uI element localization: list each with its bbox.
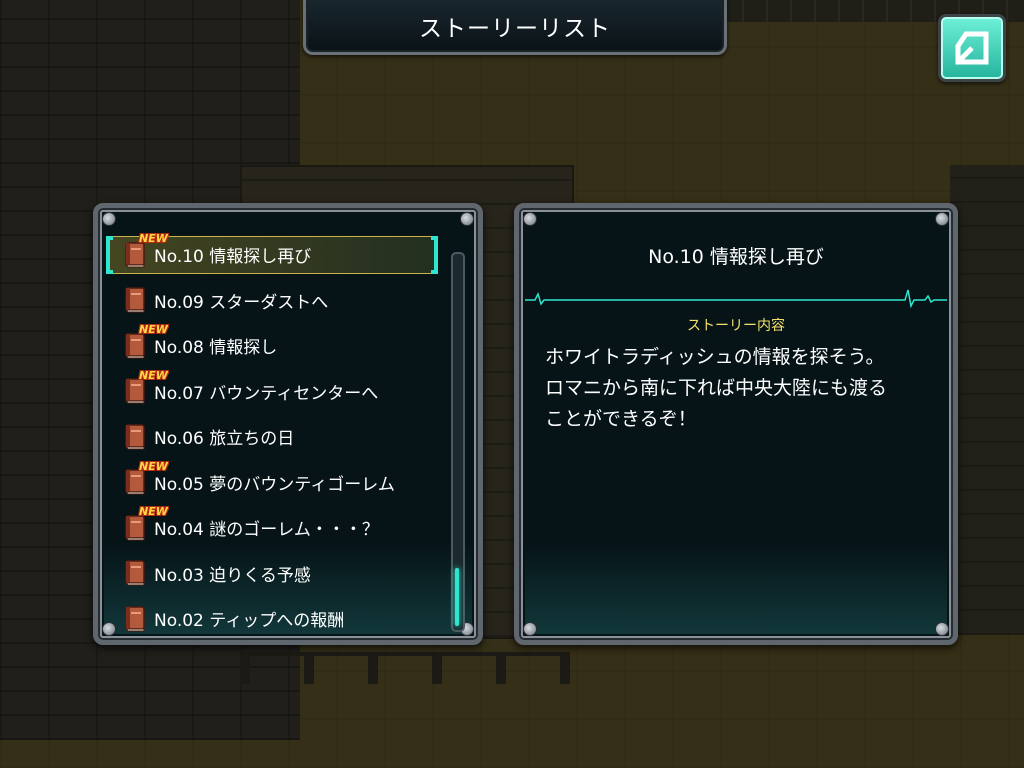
story-detail-panel: No.10 情報探し再び ストーリー内容 ホワイトラディッシュの情報を探そう。 …: [514, 203, 958, 645]
story-title: No.09 スターダストへ: [154, 292, 329, 313]
book-icon: [123, 242, 147, 268]
story-list-item[interactable]: NEW No.10 情報探し再び: [106, 232, 438, 278]
story-title: No.06 旅立ちの日: [154, 429, 295, 450]
selection-bracket-left: [106, 236, 113, 274]
rivet: [935, 212, 949, 226]
story-title: No.10 情報探し再び: [154, 247, 312, 268]
title-bar: ストーリーリスト: [303, 0, 727, 55]
story-list-item[interactable]: NEW No.08 情報探し: [108, 323, 438, 369]
story-title: No.07 バウンティセンターへ: [154, 383, 379, 404]
story-list-item[interactable]: No.06 旅立ちの日: [108, 414, 438, 460]
story-list-item[interactable]: No.02 ティップへの報酬: [108, 596, 438, 642]
story-list-item[interactable]: No.03 迫りくる予感: [108, 551, 438, 597]
rivet: [523, 622, 537, 636]
back-arrow-icon: [955, 31, 989, 65]
story-list-item[interactable]: No.09 スターダストへ: [108, 278, 438, 324]
book-icon: [123, 560, 147, 586]
detail-description: ホワイトラディッシュの情報を探そう。 ロマニから南に下れば中央大陸にも渡る こと…: [545, 342, 945, 435]
book-icon: [123, 287, 147, 313]
back-button[interactable]: [938, 14, 1006, 82]
description-line: ロマニから南に下れば中央大陸にも渡る: [545, 377, 888, 399]
detail-subheading: ストーリー内容: [687, 318, 785, 334]
description-line: ことができるぞ！: [545, 408, 697, 430]
story-title: No.04 謎のゴーレム・・・？: [154, 520, 379, 541]
story-list-item[interactable]: NEW No.05 夢のバウンティゴーレム: [108, 460, 438, 506]
book-icon: [123, 515, 147, 541]
book-icon: [123, 333, 147, 359]
rivet: [460, 212, 474, 226]
story-title: No.08 情報探し: [154, 338, 278, 359]
rivet: [523, 212, 537, 226]
story-list-item[interactable]: NEW No.04 謎のゴーレム・・・？: [108, 505, 438, 551]
scrollbar-thumb[interactable]: [455, 568, 459, 626]
book-icon: [123, 378, 147, 404]
selection-bracket-right: [431, 236, 438, 274]
book-icon: [123, 469, 147, 495]
story-list: NEW No.10 情報探し再び No.09 スターダストへ NEW No.08 情報探…: [106, 232, 438, 642]
story-title: No.03 迫りくる予感: [154, 565, 311, 586]
book-icon: [123, 606, 147, 632]
description-line: ホワイトラディッシュの情報を探そう。: [545, 346, 885, 368]
story-list-panel: NEW No.10 情報探し再び No.09 スターダストへ NEW No.08 情報探…: [93, 203, 483, 645]
story-title: No.02 ティップへの報酬: [154, 611, 345, 632]
book-icon: [123, 424, 147, 450]
rivet: [935, 622, 949, 636]
rivet: [102, 212, 116, 226]
story-list-item[interactable]: NEW No.07 バウンティセンターへ: [108, 369, 438, 415]
heartbeat-divider: [525, 289, 947, 308]
page-title: ストーリーリスト: [419, 16, 611, 42]
story-title: No.05 夢のバウンティゴーレム: [154, 474, 395, 495]
detail-title: No.10 情報探し再び: [648, 246, 824, 268]
